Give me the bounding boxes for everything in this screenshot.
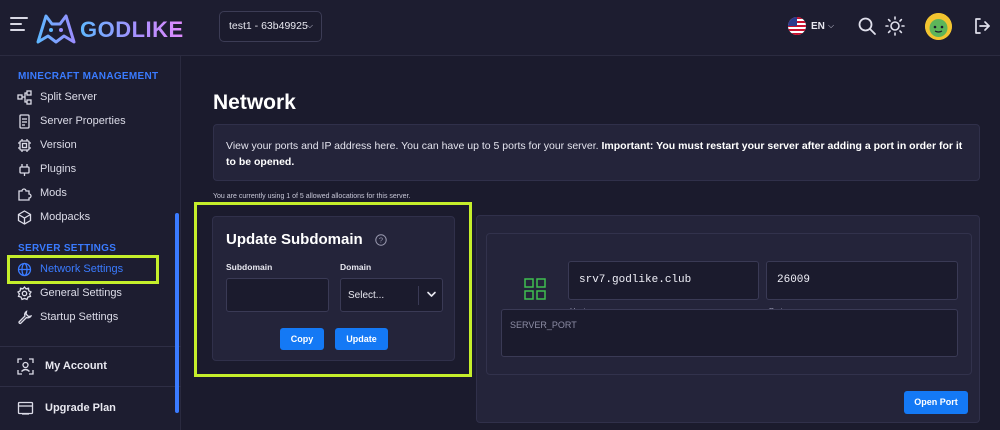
domain-label: Domain [340, 262, 372, 272]
info-text: View your ports and IP address here. You… [226, 140, 602, 152]
logo[interactable]: GODLIKE [34, 8, 184, 48]
port-card: srv7.godlike.club Host name 26009 Port S… [476, 215, 980, 423]
sun-icon[interactable] [885, 16, 905, 36]
sidebar-item-label: My Account [45, 360, 107, 372]
sidebar-item-mods[interactable]: Mods [17, 184, 167, 204]
sidebar-scrollbar[interactable] [175, 213, 179, 413]
sidebar-item-my-account[interactable]: My Account [17, 356, 167, 378]
update-button[interactable]: Update [335, 328, 388, 350]
page-title: Network [213, 91, 296, 114]
sidebar-item-general-settings[interactable]: General Settings [17, 284, 167, 304]
top-bar: GODLIKE test1 - 63b49925 ⌵ EN ⌵ [0, 0, 1000, 56]
copy-button[interactable]: Copy [280, 328, 324, 350]
us-flag-icon [788, 17, 806, 35]
section-title-server-settings: SERVER SETTINGS [18, 243, 117, 254]
subdomain-input[interactable] [226, 278, 329, 312]
sidebar: MINECRAFT MANAGEMENT Split Server Server… [0, 56, 181, 430]
sidebar-item-label: Upgrade Plan [45, 402, 116, 414]
plugin-icon [19, 164, 30, 176]
sidebar-divider [0, 346, 181, 347]
sidebar-item-modpacks[interactable]: Modpacks [17, 208, 167, 228]
help-icon[interactable]: ? [375, 234, 387, 246]
svg-text:?: ? [379, 236, 383, 245]
grid-icon [524, 278, 546, 300]
split-icon [17, 90, 32, 105]
domain-select-value: Select... [348, 290, 385, 301]
server-selector-label: test1 - 63b49925 [229, 20, 308, 32]
sidebar-item-label: Split Server [40, 91, 97, 103]
sidebar-item-label: Mods [40, 187, 67, 199]
sidebar-item-label: Version [40, 139, 77, 151]
section-title-minecraft: MINECRAFT MANAGEMENT [18, 71, 159, 82]
language-label: EN [811, 21, 825, 32]
subdomain-card: Update Subdomain ? Subdomain Domain Sele… [212, 216, 455, 361]
server-selector[interactable]: test1 - 63b49925 ⌵ [219, 11, 322, 42]
subdomain-label: Subdomain [226, 262, 273, 272]
sidebar-item-version[interactable]: Version [17, 136, 167, 156]
sidebar-item-server-properties[interactable]: Server Properties [17, 112, 167, 132]
logo-mark-icon [36, 14, 76, 44]
info-banner: View your ports and IP address here. You… [213, 124, 980, 181]
select-divider [418, 286, 419, 305]
sidebar-item-label: Modpacks [40, 211, 91, 223]
chevron-down-icon [427, 291, 436, 297]
port-value: 26009 [777, 274, 811, 286]
sidebar-item-split-server[interactable]: Split Server [17, 88, 167, 108]
brand-name: GODLIKE [80, 17, 184, 42]
port-field[interactable]: 26009 [766, 261, 958, 300]
domain-select[interactable]: Select... [340, 278, 443, 312]
sidebar-item-plugins[interactable]: Plugins [17, 160, 167, 180]
card-title: Update Subdomain [226, 231, 363, 248]
sidebar-item-upgrade-plan[interactable]: Upgrade Plan [17, 398, 167, 420]
wrench-icon [18, 310, 32, 325]
chevron-down-icon: ⌵ [828, 21, 835, 30]
document-icon [19, 114, 30, 129]
sidebar-item-label: Server Properties [40, 115, 126, 127]
sidebar-item-startup-settings[interactable]: Startup Settings [17, 308, 167, 328]
port-allocation: srv7.godlike.club Host name 26009 Port S… [486, 233, 972, 375]
sidebar-item-label: Plugins [40, 163, 77, 175]
sidebar-item-label: Startup Settings [40, 311, 119, 323]
avatar[interactable] [925, 13, 952, 40]
hostname-field[interactable]: srv7.godlike.club [568, 261, 759, 300]
menu-icon[interactable] [10, 17, 28, 33]
search-icon[interactable] [857, 16, 877, 36]
sidebar-item-label: General Settings [40, 287, 122, 299]
open-port-button[interactable]: Open Port [904, 391, 968, 414]
upgrade-icon [17, 401, 34, 415]
chevron-down-icon: ⌵ [306, 21, 313, 30]
allocation-note: You are currently using 1 of 5 allowed a… [213, 193, 411, 200]
sidebar-divider [0, 386, 181, 387]
logout-icon[interactable] [972, 16, 992, 36]
cube-icon [17, 210, 32, 225]
chip-icon [18, 139, 31, 152]
gear-icon [17, 286, 32, 301]
puzzle-icon [18, 188, 32, 201]
port-notes-placeholder: SERVER_PORT [510, 320, 577, 330]
user-icon [17, 358, 34, 375]
port-notes-field[interactable]: SERVER_PORT [501, 309, 958, 357]
hostname-value: srv7.godlike.club [579, 274, 692, 286]
highlight-network-settings [7, 255, 159, 284]
